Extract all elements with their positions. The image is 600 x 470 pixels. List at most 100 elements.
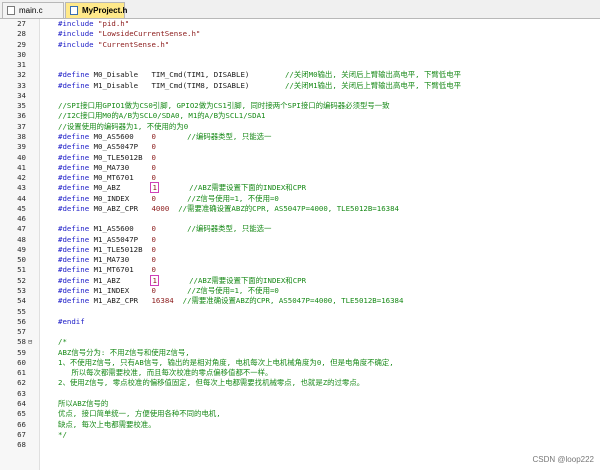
code-text: 所以ABZ信号的	[58, 399, 108, 409]
code-line[interactable]: 65 优点, 接口简单统一, 方便使用各种不同的电机,	[0, 409, 600, 419]
code-line[interactable]: 55	[0, 307, 600, 317]
code-line[interactable]: 37 //设置使用的编码器为1, 不使用的为0	[0, 122, 600, 132]
comment: //Z信号使用=1, 不使用=0	[187, 193, 279, 203]
code-line[interactable]: 60 1、不使用Z信号, 只有AB信号, 输出的是相对角度, 电机每次上电机械角度…	[0, 358, 600, 368]
code-line[interactable]: 64 所以ABZ信号的	[0, 399, 600, 409]
code-text: 所以每次都需要校准, 而且每次校准的零点偏移值都不一样。	[58, 368, 272, 378]
code-line[interactable]: 51 #define M1_MT6701 0	[0, 265, 600, 275]
code-line[interactable]: 47 #define M1_AS5600 0 //编码器类型, 只能选一	[0, 224, 600, 234]
keyword: #define	[58, 234, 94, 244]
code-line[interactable]: 59 ABZ信号分为: 不用Z信号和使用Z信号,	[0, 348, 600, 358]
line-number: 65	[17, 409, 26, 419]
code-line[interactable]: 35 //SPI接口用GPIO1做为CS0引脚, GPIO2做为CS1引脚, 同时…	[0, 101, 600, 111]
code-line[interactable]: 68	[0, 440, 600, 450]
code-line[interactable]: 58 ⊟ /*	[0, 337, 600, 347]
keyword: #define	[58, 244, 94, 254]
code-line[interactable]: 27 #include "pid.h"	[0, 19, 600, 29]
line-number: 41	[17, 162, 26, 172]
code-line[interactable]: 56 #endif	[0, 317, 600, 327]
code-line[interactable]: 36 //I2C接口用M0的A/B为SCL0/SDA0, M1的A/B为SCL1/…	[0, 111, 600, 121]
code-token: M1_MA730	[93, 255, 152, 265]
comment: ABZ信号分为: 不用Z信号和使用Z信号,	[58, 347, 190, 357]
code-token: M0_TLE5012B	[93, 152, 152, 162]
code-line[interactable]: 31	[0, 60, 600, 70]
code-text: #define M0_ABZ 1 //ABZ需要设置下面的INDEX和CPR	[58, 182, 306, 194]
tab-main-c[interactable]: main.c	[2, 2, 64, 18]
line-number: 66	[17, 419, 26, 429]
code-line[interactable]: 41 #define M0_MA730 0	[0, 163, 600, 173]
code-line[interactable]: 67 */	[0, 430, 600, 440]
line-number: 64	[17, 398, 26, 408]
line-number: 54	[17, 296, 26, 306]
line-number: 35	[17, 101, 26, 111]
keyword: #include	[58, 29, 99, 39]
comment: //ABZ需要设置下面的INDEX和CPR	[189, 275, 307, 285]
code-line[interactable]: 63	[0, 389, 600, 399]
code-line[interactable]: 43 #define M0_ABZ 1 //ABZ需要设置下面的INDEX和CPR	[0, 182, 600, 194]
line-number: 28	[17, 29, 26, 39]
code-line[interactable]: 39 #define M0_AS5047P 0	[0, 142, 600, 152]
code-line[interactable]: 46	[0, 214, 600, 224]
number-literal: 0	[151, 142, 156, 152]
code-line[interactable]: 49 #define M1_TLE5012B 0	[0, 245, 600, 255]
code-text: #define M0_MT6701 0	[58, 173, 156, 183]
code-line[interactable]: 54 #define M1_ABZ_CPR 16384 //需要准确设置ABZ的C…	[0, 296, 600, 306]
code-text: #define M1_MA730 0	[58, 255, 156, 265]
comment: 1、不使用Z信号, 只有AB信号, 输出的是相对角度, 电机每次上电机械角度为0…	[58, 357, 394, 367]
code-line[interactable]: 66 缺点, 每次上电都需要校准。	[0, 420, 600, 430]
line-number: 59	[17, 347, 26, 357]
code-token: M0_ABZ_CPR	[93, 203, 152, 213]
code-token: M0_AS5047P	[93, 142, 152, 152]
code-line[interactable]: 30	[0, 50, 600, 60]
line-number: 40	[17, 152, 26, 162]
line-number: 51	[17, 265, 26, 275]
code-line[interactable]: 42 #define M0_MT6701 0	[0, 173, 600, 183]
line-number: 45	[17, 203, 26, 213]
code-text: #define M0_AS5047P 0	[58, 142, 156, 152]
code-line[interactable]: 40 #define M0_TLE5012B 0	[0, 153, 600, 163]
code-line[interactable]: 45 #define M0_ABZ_CPR 4000 //需要准确设置ABZ的CP…	[0, 204, 600, 214]
number-literal: 0	[151, 244, 156, 254]
keyword: #define	[58, 142, 94, 152]
number-literal: 0	[151, 152, 156, 162]
keyword: #define	[58, 203, 94, 213]
line-number: 34	[17, 90, 26, 100]
tab-myproject-h[interactable]: MyProject.h	[65, 2, 127, 18]
code-line[interactable]: 29 #include "CurrentSense.h"	[0, 40, 600, 50]
code-line[interactable]: 28 #include "LowsideCurrentSense.h"	[0, 29, 600, 39]
line-number: 53	[17, 286, 26, 296]
code-line[interactable]: 32 #define M0_Disable TIM_Cmd(TIM1, DISAB…	[0, 70, 600, 80]
number-literal: 0	[151, 173, 156, 183]
code-line[interactable]: 52 #define M1_ABZ 1 //ABZ需要设置下面的INDEX和CPR	[0, 274, 600, 286]
code-line[interactable]: 38 #define M0_AS5600 0 //编码器类型, 只能选一	[0, 132, 600, 142]
code-line[interactable]: 61 所以每次都需要校准, 而且每次校准的零点偏移值都不一样。	[0, 368, 600, 378]
keyword: #define	[58, 173, 94, 183]
keyword: #define	[58, 152, 94, 162]
code-text: #define M0_MA730 0	[58, 163, 156, 173]
comment: 缺点, 每次上电都需要校准。	[58, 419, 156, 429]
code-text: //SPI接口用GPIO1做为CS0引脚, GPIO2做为CS1引脚, 同时接两…	[58, 101, 390, 111]
code-line[interactable]: 34	[0, 91, 600, 101]
comment: //设置使用的编码器为1, 不使用的为0	[58, 121, 189, 131]
code-line[interactable]: 44 #define M0_INDEX 0 //Z信号使用=1, 不使用=0	[0, 194, 600, 204]
keyword: #define	[58, 286, 94, 296]
line-number: 63	[17, 388, 26, 398]
code-line[interactable]: 50 #define M1_MA730 0	[0, 255, 600, 265]
code-line[interactable]: 48 #define M1_AS5047P 0	[0, 235, 600, 245]
code-line[interactable]: 33 #define M1_Disable TIM_Cmd(TIM8, DISAB…	[0, 81, 600, 91]
code-line[interactable]: 62 2、使用Z信号, 零点校准的偏移值固定, 但每次上电都需要找机械零点, 也就…	[0, 378, 600, 388]
code-text: //I2C接口用M0的A/B为SCL0/SDA0, M1的A/B为SCL1/SD…	[58, 111, 265, 121]
code-token: M1_ABZ_CPR	[93, 296, 152, 306]
code-token: M1_AS5047P	[93, 234, 152, 244]
fold-toggle-icon[interactable]: ⊟	[28, 337, 32, 347]
code-line[interactable]: 57	[0, 327, 600, 337]
code-line[interactable]: 53 #define M1_INDEX 0 //Z信号使用=1, 不使用=0	[0, 286, 600, 296]
keyword: #define	[58, 162, 94, 172]
code-text: 优点, 接口简单统一, 方便使用各种不同的电机,	[58, 409, 221, 419]
